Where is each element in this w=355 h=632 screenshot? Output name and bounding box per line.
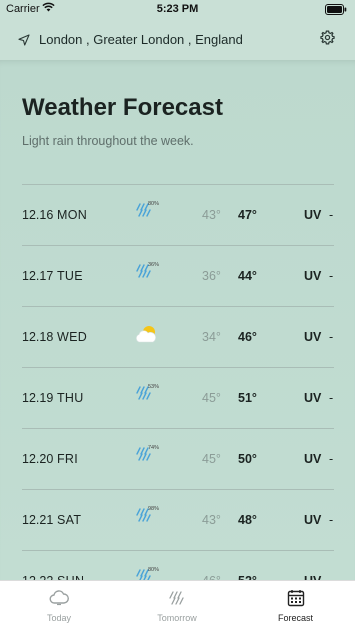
forecast-date: 12.20 — [22, 452, 54, 466]
forecast-date: 12.19 — [22, 391, 54, 405]
status-bar: Carrier 5:23 PM — [0, 0, 355, 20]
battery-icon — [325, 4, 347, 18]
tab-tomorrow[interactable]: Tomorrow — [118, 581, 236, 632]
uv-label: UV — [304, 391, 322, 405]
high-temp: 51° — [238, 391, 257, 405]
forecast-day: SAT — [57, 513, 82, 527]
tab-today[interactable]: Today — [0, 581, 118, 632]
forecast-day: FRI — [57, 452, 79, 466]
high-temp: 50° — [238, 452, 257, 466]
precipitation-chance: 80% — [148, 567, 160, 573]
forecast-row[interactable]: 12.22SUN80%46°52°UV- — [22, 550, 334, 580]
forecast-list[interactable]: 12.16 MON 80% 43° 47° UV -12.17 TUE 36% 36° 44° UV -… — [22, 184, 334, 580]
uv-value: - — [329, 269, 334, 283]
cloud-icon — [49, 589, 69, 612]
forecast-row[interactable]: 12.16 MON 80% 43° 47° UV - — [22, 184, 334, 245]
tab-today-label: Today — [46, 613, 72, 623]
uv-label: UV — [304, 452, 322, 466]
low-temp: 43° — [202, 513, 221, 527]
rain-icon — [168, 589, 186, 612]
forecast-day: WED — [57, 330, 88, 344]
precipitation-chance: 80% — [148, 201, 160, 207]
forecast-date: 12.21 — [22, 513, 54, 527]
precipitation-chance: 53% — [148, 384, 160, 390]
page-title: Weather Forecast — [22, 94, 223, 121]
calendar-icon — [287, 589, 305, 612]
forecast-date: 12.18 — [22, 330, 54, 344]
high-temp: 46° — [238, 330, 257, 344]
forecast-row[interactable]: 12.19 THU 53% 45° 51° UV - — [22, 367, 334, 428]
location-label[interactable]: London , Greater London , England — [39, 32, 243, 47]
gear-icon[interactable] — [320, 30, 335, 50]
status-time: 5:23 PM — [156, 3, 199, 15]
forecast-row[interactable]: 12.20 FRI 74% 45° 50° UV - — [22, 428, 334, 489]
uv-value: - — [329, 208, 334, 222]
uv-label: UV — [304, 513, 322, 527]
precipitation-chance: 74% — [148, 445, 160, 451]
forecast-day: MON — [57, 208, 88, 222]
low-temp: 45° — [202, 452, 221, 466]
forecast-content[interactable]: Weather Forecast Light rain throughout t… — [0, 60, 355, 580]
forecast-summary: Light rain throughout the week. — [22, 134, 194, 148]
forecast-day: THU — [57, 391, 84, 405]
tab-tomorrow-label: Tomorrow — [157, 613, 197, 623]
forecast-date: 12.16 — [22, 208, 54, 222]
tab-forecast[interactable]: Forecast — [236, 581, 355, 632]
uv-label: UV — [304, 269, 322, 283]
tab-forecast-label: Forecast — [277, 613, 313, 623]
location-arrow-icon — [18, 33, 30, 51]
forecast-date: 12.17 — [22, 269, 54, 283]
forecast-row[interactable]: 12.21 SAT 98% 43° 48° UV - — [22, 489, 334, 550]
location-bar: London , Greater London , England — [0, 20, 355, 60]
low-temp: 36° — [202, 269, 221, 283]
partly-sunny-icon — [134, 323, 160, 347]
forecast-row[interactable]: 12.17 TUE 36% 36° 44° UV - — [22, 245, 334, 306]
high-temp: 44° — [238, 269, 257, 283]
tab-bar: Today Tomorrow Forecast — [0, 580, 355, 632]
forecast-day: TUE — [57, 269, 83, 283]
high-temp: 47° — [238, 208, 257, 222]
uv-label: UV — [304, 208, 322, 222]
precipitation-chance: 98% — [148, 506, 160, 512]
uv-value: - — [329, 513, 334, 527]
uv-value: - — [329, 452, 334, 466]
low-temp: 43° — [202, 208, 221, 222]
uv-value: - — [329, 330, 334, 344]
uv-label: UV — [304, 330, 322, 344]
low-temp: 34° — [202, 330, 221, 344]
low-temp: 45° — [202, 391, 221, 405]
high-temp: 48° — [238, 513, 257, 527]
uv-value: - — [329, 391, 334, 405]
forecast-row[interactable]: 12.18 WED 34° 46° UV - — [22, 306, 334, 367]
precipitation-chance: 36% — [148, 262, 160, 268]
